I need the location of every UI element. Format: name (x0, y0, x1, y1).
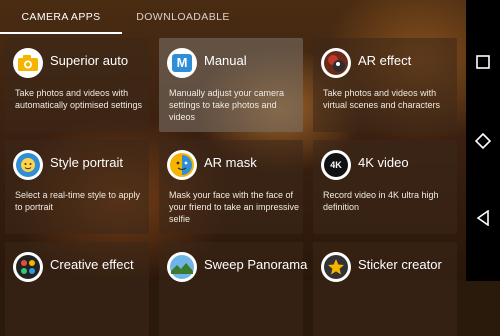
back-icon[interactable] (472, 207, 494, 229)
sticker-creator-icon (321, 252, 351, 282)
app-card-ar-mask[interactable]: AR mask Mask your face with the face of … (159, 140, 303, 234)
camera-apps-grid: Superior auto Take photos and videos wit… (0, 36, 466, 336)
app-card-sweep-panorama[interactable]: Sweep Panorama (159, 242, 307, 336)
style-portrait-icon (13, 150, 43, 180)
app-card-creative-effect[interactable]: Creative effect (5, 242, 149, 336)
app-description: Record video in 4K ultra high definition (323, 190, 439, 212)
app-description: Select a real-time style to apply to por… (15, 190, 141, 212)
app-description: Take photos and videos with virtual scen… (323, 88, 441, 110)
tab-camera-apps[interactable]: CAMERA APPS (0, 0, 122, 34)
app-card-style-portrait[interactable]: Style portrait Select a real-time style … (5, 140, 149, 234)
app-description: Manually adjust your camera settings to … (169, 88, 285, 122)
app-card-ar-effect[interactable]: AR effect Take photos and videos with vi… (313, 38, 457, 132)
creative-effect-icon (13, 252, 43, 282)
ar-mask-icon (167, 150, 197, 180)
android-nav-bar (466, 0, 500, 281)
app-title: Sticker creator (358, 257, 442, 272)
app-card-manual[interactable]: M Manual Manually adjust your camera set… (159, 38, 303, 132)
manual-icon-letter: M (172, 54, 192, 72)
recents-square-icon[interactable] (472, 51, 494, 73)
app-title: Superior auto (50, 53, 129, 68)
app-title: AR effect (358, 53, 412, 68)
app-card-sticker-creator[interactable]: Sticker creator (313, 242, 457, 336)
tab-bar: CAMERA APPS DOWNLOADABLE (0, 0, 466, 34)
superior-auto-icon (13, 48, 43, 78)
app-title: Creative effect (50, 257, 134, 272)
manual-m-icon: M (167, 48, 197, 78)
ar-effect-icon (321, 48, 351, 78)
tab-downloadable[interactable]: DOWNLOADABLE (122, 0, 244, 34)
app-title: Style portrait (50, 155, 123, 170)
active-tab-indicator (0, 32, 122, 34)
app-title: Sweep Panorama (204, 257, 308, 272)
app-title: Manual (204, 53, 247, 68)
sweep-panorama-icon (167, 252, 197, 282)
4k-video-icon: 4K (321, 150, 351, 180)
app-card-4k-video[interactable]: 4K 4K video Record video in 4K ultra hig… (313, 140, 457, 234)
4k-badge: 4K (324, 153, 348, 177)
app-card-superior-auto[interactable]: Superior auto Take photos and videos wit… (5, 38, 149, 132)
app-description: Mask your face with the face of your fri… (169, 190, 300, 224)
app-title: 4K video (358, 155, 409, 170)
home-icon[interactable] (472, 130, 494, 152)
app-description: Take photos and videos with automaticall… (15, 88, 143, 110)
app-title: AR mask (204, 155, 257, 170)
